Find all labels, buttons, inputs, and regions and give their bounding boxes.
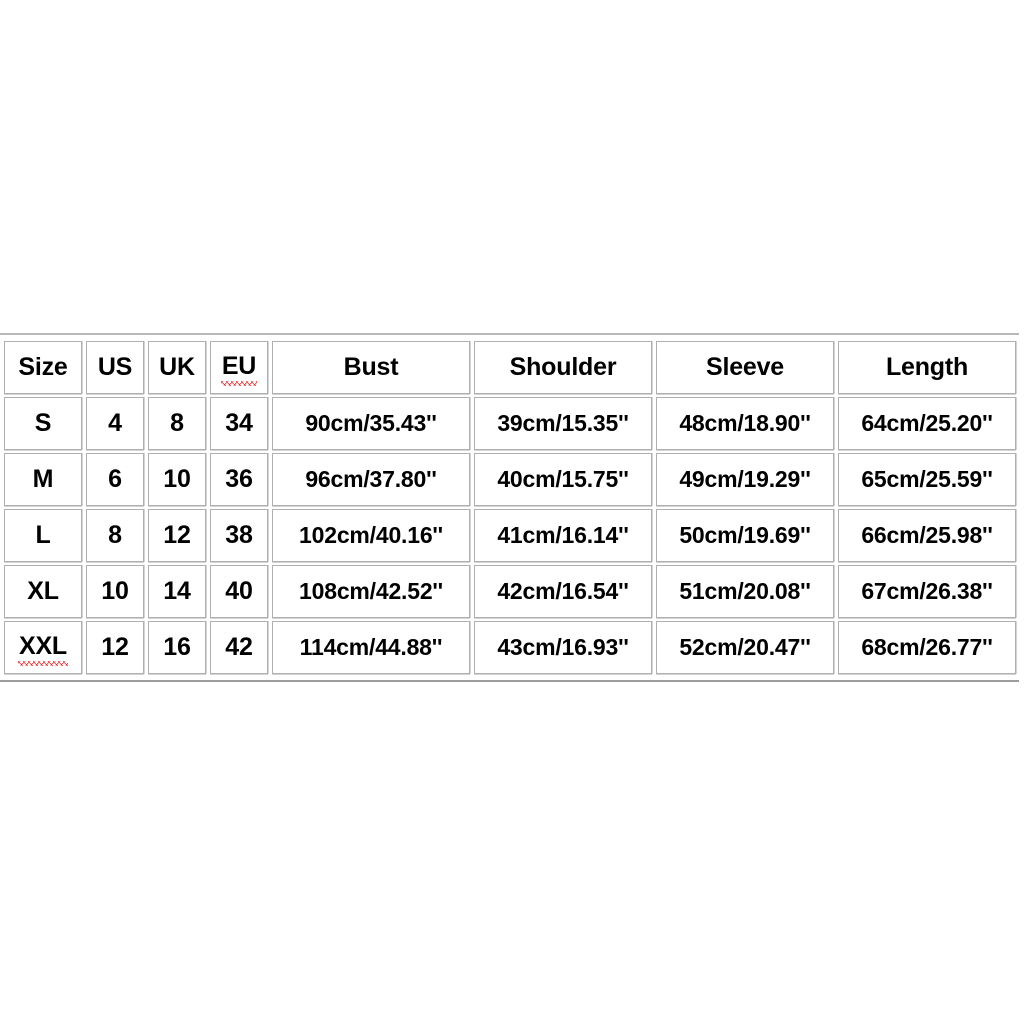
- cell-bust-s: 90cm/35.43'': [272, 397, 470, 450]
- size-chart-header: Size US UK EU Bust Shoulder Sleeve Length: [4, 341, 1016, 394]
- cell-shoulder-xl: 42cm/16.54'': [474, 565, 652, 618]
- cell-length-l: 66cm/25.98'': [838, 509, 1016, 562]
- cell-bust-m: 96cm/37.80'': [272, 453, 470, 506]
- cell-uk-s: 8: [148, 397, 206, 450]
- column-header-us: US: [86, 341, 144, 394]
- cell-length-m: 65cm/25.59'': [838, 453, 1016, 506]
- column-header-eu: EU: [210, 341, 268, 394]
- cell-bust-xxl: 114cm/44.88'': [272, 621, 470, 674]
- size-chart-table: Size US UK EU Bust Shoulder Sleeve Length S 4 8 34…: [0, 338, 1020, 677]
- cell-size-m: M: [4, 453, 82, 506]
- column-header-bust: Bust: [272, 341, 470, 394]
- cell-length-s: 64cm/25.20'': [838, 397, 1016, 450]
- table-header-row: Size US UK EU Bust Shoulder Sleeve Length: [4, 341, 1016, 394]
- cell-length-xl: 67cm/26.38'': [838, 565, 1016, 618]
- table-row: S 4 8 34 90cm/35.43'' 39cm/15.35'' 48cm/18.90'…: [4, 397, 1016, 450]
- cell-us-xxl: 12: [86, 621, 144, 674]
- column-header-length: Length: [838, 341, 1016, 394]
- cell-bust-l: 102cm/40.16'': [272, 509, 470, 562]
- cell-size-s: S: [4, 397, 82, 450]
- cell-uk-xxl: 16: [148, 621, 206, 674]
- table-row: XXL 12 16 42 114cm/44.88'' 43cm/16.93'' 52cm/2…: [4, 621, 1016, 674]
- column-header-uk: UK: [148, 341, 206, 394]
- size-chart-body: S 4 8 34 90cm/35.43'' 39cm/15.35'' 48cm/18.90'…: [4, 397, 1016, 674]
- cell-size-l: L: [4, 509, 82, 562]
- cell-us-s: 4: [86, 397, 144, 450]
- cell-eu-xl: 40: [210, 565, 268, 618]
- cell-length-xxl: 68cm/26.77'': [838, 621, 1016, 674]
- cell-uk-l: 12: [148, 509, 206, 562]
- column-header-shoulder: Shoulder: [474, 341, 652, 394]
- cell-size-xxl: XXL: [4, 621, 82, 674]
- cell-shoulder-xxl: 43cm/16.93'': [474, 621, 652, 674]
- cell-eu-m: 36: [210, 453, 268, 506]
- cell-bust-xl: 108cm/42.52'': [272, 565, 470, 618]
- cell-size-xl: XL: [4, 565, 82, 618]
- cell-sleeve-l: 50cm/19.69'': [656, 509, 834, 562]
- cell-sleeve-s: 48cm/18.90'': [656, 397, 834, 450]
- size-chart-container: Size US UK EU Bust Shoulder Sleeve Length S 4 8 34…: [0, 333, 1020, 682]
- cell-sleeve-xxl: 52cm/20.47'': [656, 621, 834, 674]
- cell-uk-m: 10: [148, 453, 206, 506]
- cell-eu-s: 34: [210, 397, 268, 450]
- cell-sleeve-m: 49cm/19.29'': [656, 453, 834, 506]
- cell-uk-xl: 14: [148, 565, 206, 618]
- table-row: L 8 12 38 102cm/40.16'' 41cm/16.14'' 50cm/19.6…: [4, 509, 1016, 562]
- cell-shoulder-s: 39cm/15.35'': [474, 397, 652, 450]
- spellcheck-underline: EU: [220, 352, 258, 386]
- cell-us-m: 6: [86, 453, 144, 506]
- column-header-sleeve: Sleeve: [656, 341, 834, 394]
- cell-us-l: 8: [86, 509, 144, 562]
- table-row: XL 10 14 40 108cm/42.52'' 42cm/16.54'' 51cm/20…: [4, 565, 1016, 618]
- cell-shoulder-l: 41cm/16.14'': [474, 509, 652, 562]
- column-header-size: Size: [4, 341, 82, 394]
- cell-sleeve-xl: 51cm/20.08'': [656, 565, 834, 618]
- cell-eu-l: 38: [210, 509, 268, 562]
- cell-eu-xxl: 42: [210, 621, 268, 674]
- cell-us-xl: 10: [86, 565, 144, 618]
- spellcheck-underline: XXL: [17, 632, 69, 666]
- cell-shoulder-m: 40cm/15.75'': [474, 453, 652, 506]
- table-row: M 6 10 36 96cm/37.80'' 40cm/15.75'' 49cm/19.29…: [4, 453, 1016, 506]
